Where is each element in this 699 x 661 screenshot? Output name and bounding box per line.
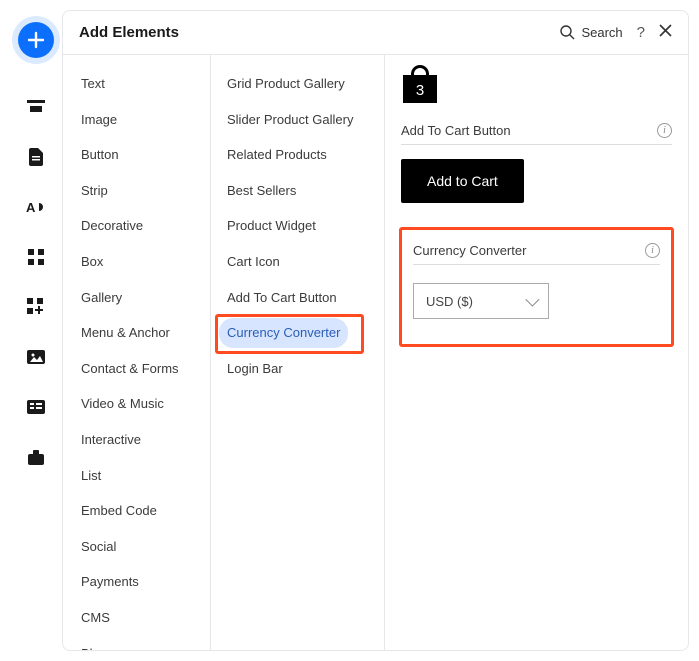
subitem[interactable]: Grid Product Gallery [219,69,353,99]
subitem[interactable]: Product Widget [219,211,324,241]
subitem-list: Grid Product Gallery Slider Product Galle… [211,55,385,650]
search-button[interactable]: Search [560,25,622,40]
subitem[interactable]: Related Products [219,140,335,170]
category-item[interactable]: Image [73,105,125,135]
category-item[interactable]: CMS [73,603,118,633]
shopping-bag-icon[interactable]: 3 [403,65,437,103]
category-list: Text Image Button Strip Decorative Box Gallery… [63,55,211,650]
add-elements-panel: Add Elements Search ? Text Image Button Str… [62,10,689,651]
panel-header: Add Elements Search ? [63,11,688,55]
currency-select[interactable]: USD ($) [413,283,549,319]
subitem[interactable]: Slider Product Gallery [219,105,361,135]
category-item[interactable]: Strip [73,176,116,206]
preview-pane: 3 Add To Cart Button i Add to Cart Curre… [385,55,688,650]
media-icon[interactable] [25,346,47,368]
svg-text:A: A [26,200,36,215]
chevron-down-icon [525,293,539,307]
category-item[interactable]: Embed Code [73,496,165,526]
category-item[interactable]: List [73,461,109,491]
currency-section-header: Currency Converter i [413,243,660,265]
data-icon[interactable] [25,396,47,418]
subitem[interactable]: Add To Cart Button [219,283,345,313]
category-item[interactable]: Blog [73,639,115,651]
category-item[interactable]: Payments [73,567,147,597]
section-icon[interactable] [25,96,47,118]
tool-rail: A [10,10,62,651]
category-item[interactable]: Video & Music [73,389,172,419]
panel-title: Add Elements [79,24,179,41]
category-item[interactable]: Gallery [73,283,130,313]
help-icon[interactable]: ? [637,24,645,41]
plugin-icon[interactable] [25,296,47,318]
add-button[interactable] [18,22,54,58]
section-label: Add To Cart Button [401,123,511,138]
category-item[interactable]: Decorative [73,211,151,241]
category-item[interactable]: Social [73,532,124,562]
design-icon[interactable]: A [25,196,47,218]
subitem[interactable]: Best Sellers [219,176,304,206]
subitem[interactable]: Cart Icon [219,247,288,277]
add-to-cart-section-header: Add To Cart Button i [401,123,672,145]
subitem[interactable]: Login Bar [219,354,291,384]
category-item[interactable]: Menu & Anchor [73,318,178,348]
section-label: Currency Converter [413,243,526,258]
bag-count: 3 [403,82,437,99]
category-item[interactable]: Interactive [73,425,149,455]
info-icon[interactable]: i [657,123,672,138]
add-to-cart-button[interactable]: Add to Cart [401,159,524,203]
category-item[interactable]: Text [73,69,113,99]
page-icon[interactable] [25,146,47,168]
business-icon[interactable] [25,446,47,468]
subitem[interactable]: Currency Converter [219,318,348,348]
info-icon[interactable]: i [645,243,660,258]
apps-icon[interactable] [25,246,47,268]
category-item[interactable]: Contact & Forms [73,354,187,384]
currency-converter-block: Currency Converter i USD ($) [401,229,672,345]
close-icon[interactable] [659,24,672,42]
category-item[interactable]: Button [73,140,127,170]
category-item[interactable]: Box [73,247,111,277]
search-label: Search [581,25,622,40]
currency-value: USD ($) [426,294,473,309]
